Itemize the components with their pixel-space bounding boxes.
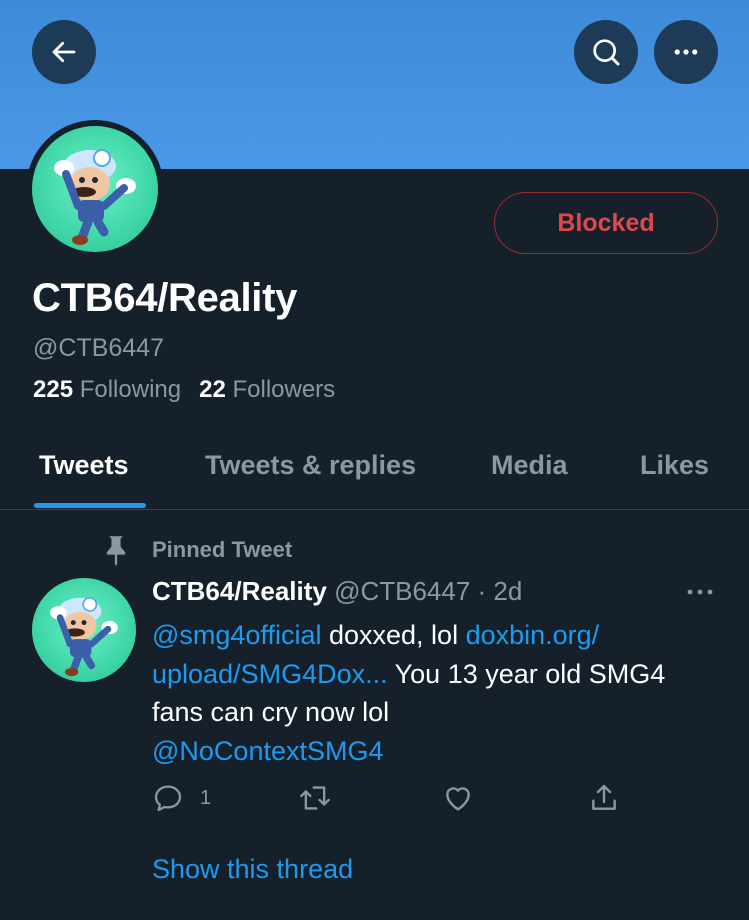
heart-icon — [446, 787, 470, 811]
reply-button[interactable]: 1 — [152, 782, 211, 814]
like-button[interactable] — [442, 782, 474, 814]
tab-tweets[interactable]: Tweets — [39, 450, 129, 481]
tweet-author-avatar[interactable] — [32, 578, 136, 682]
show-thread-link[interactable]: Show this thread — [152, 854, 353, 885]
profile-handle: @CTB6447 — [33, 334, 164, 362]
reply-count: 1 — [200, 786, 212, 809]
tweet-actions: 1 — [152, 782, 632, 818]
tweet-separator: · — [470, 576, 494, 606]
profile-avatar[interactable] — [26, 120, 164, 258]
share-button[interactable] — [588, 782, 620, 814]
follow-stats: 225 Following 22 Followers — [33, 376, 335, 404]
tweet-author-handle: @CTB6447 — [334, 576, 471, 606]
followers-link[interactable]: 22 Followers — [199, 376, 335, 403]
followers-label: Followers — [232, 376, 336, 403]
mention-link[interactable]: @smg4official — [152, 620, 321, 650]
back-button[interactable] — [32, 20, 96, 84]
url-link-part-1: doxbin.org/ — [465, 620, 600, 650]
tweet-more-button[interactable] — [684, 582, 716, 607]
retweet-button[interactable] — [298, 782, 332, 814]
tweet-time[interactable]: 2d — [493, 576, 522, 606]
profile-page: Blocked CTB64/Reality @CTB6447 225 Follo… — [0, 0, 749, 920]
mention-link[interactable]: @NoContextSMG4 — [152, 736, 384, 766]
followers-count: 22 — [199, 376, 226, 403]
url-link-part-2: upload/SMG4Dox... — [152, 658, 388, 689]
tweet-text-part: doxxed, lol — [321, 620, 466, 650]
pin-icon — [106, 536, 126, 566]
tweet-text: @smg4official doxxed, lol doxbin.org/upl… — [152, 616, 712, 770]
pinned-label: Pinned Tweet — [152, 537, 293, 562]
retweet-icon — [300, 786, 330, 810]
search-button[interactable] — [574, 20, 638, 84]
following-label: Following — [79, 376, 182, 403]
reply-icon — [154, 785, 182, 812]
tab-likes[interactable]: Likes — [640, 450, 709, 481]
character-avatar-image — [54, 149, 136, 245]
pinned-indicator: Pinned Tweet — [102, 534, 292, 566]
arrow-left-icon — [52, 41, 76, 63]
tweet-header: CTB64/Reality @CTB6447 · 2d — [152, 576, 522, 607]
profile-tabs: Tweets Tweets & replies Media Likes — [0, 430, 749, 510]
following-link[interactable]: 225 Following — [33, 376, 181, 403]
more-horizontal-icon — [674, 49, 698, 55]
character-avatar-image — [50, 596, 118, 677]
tab-media[interactable]: Media — [491, 450, 568, 481]
tweet-author-name[interactable]: CTB64/Reality — [152, 576, 327, 606]
active-tab-indicator — [34, 503, 146, 508]
share-icon — [592, 784, 616, 810]
profile-display-name: CTB64/Reality — [32, 276, 298, 320]
search-icon — [593, 39, 620, 66]
blocked-button[interactable]: Blocked — [494, 192, 718, 254]
more-horizontal-icon — [687, 589, 713, 595]
more-options-button[interactable] — [654, 20, 718, 84]
following-count: 225 — [33, 376, 74, 403]
tab-tweets-and-replies[interactable]: Tweets & replies — [205, 450, 416, 481]
